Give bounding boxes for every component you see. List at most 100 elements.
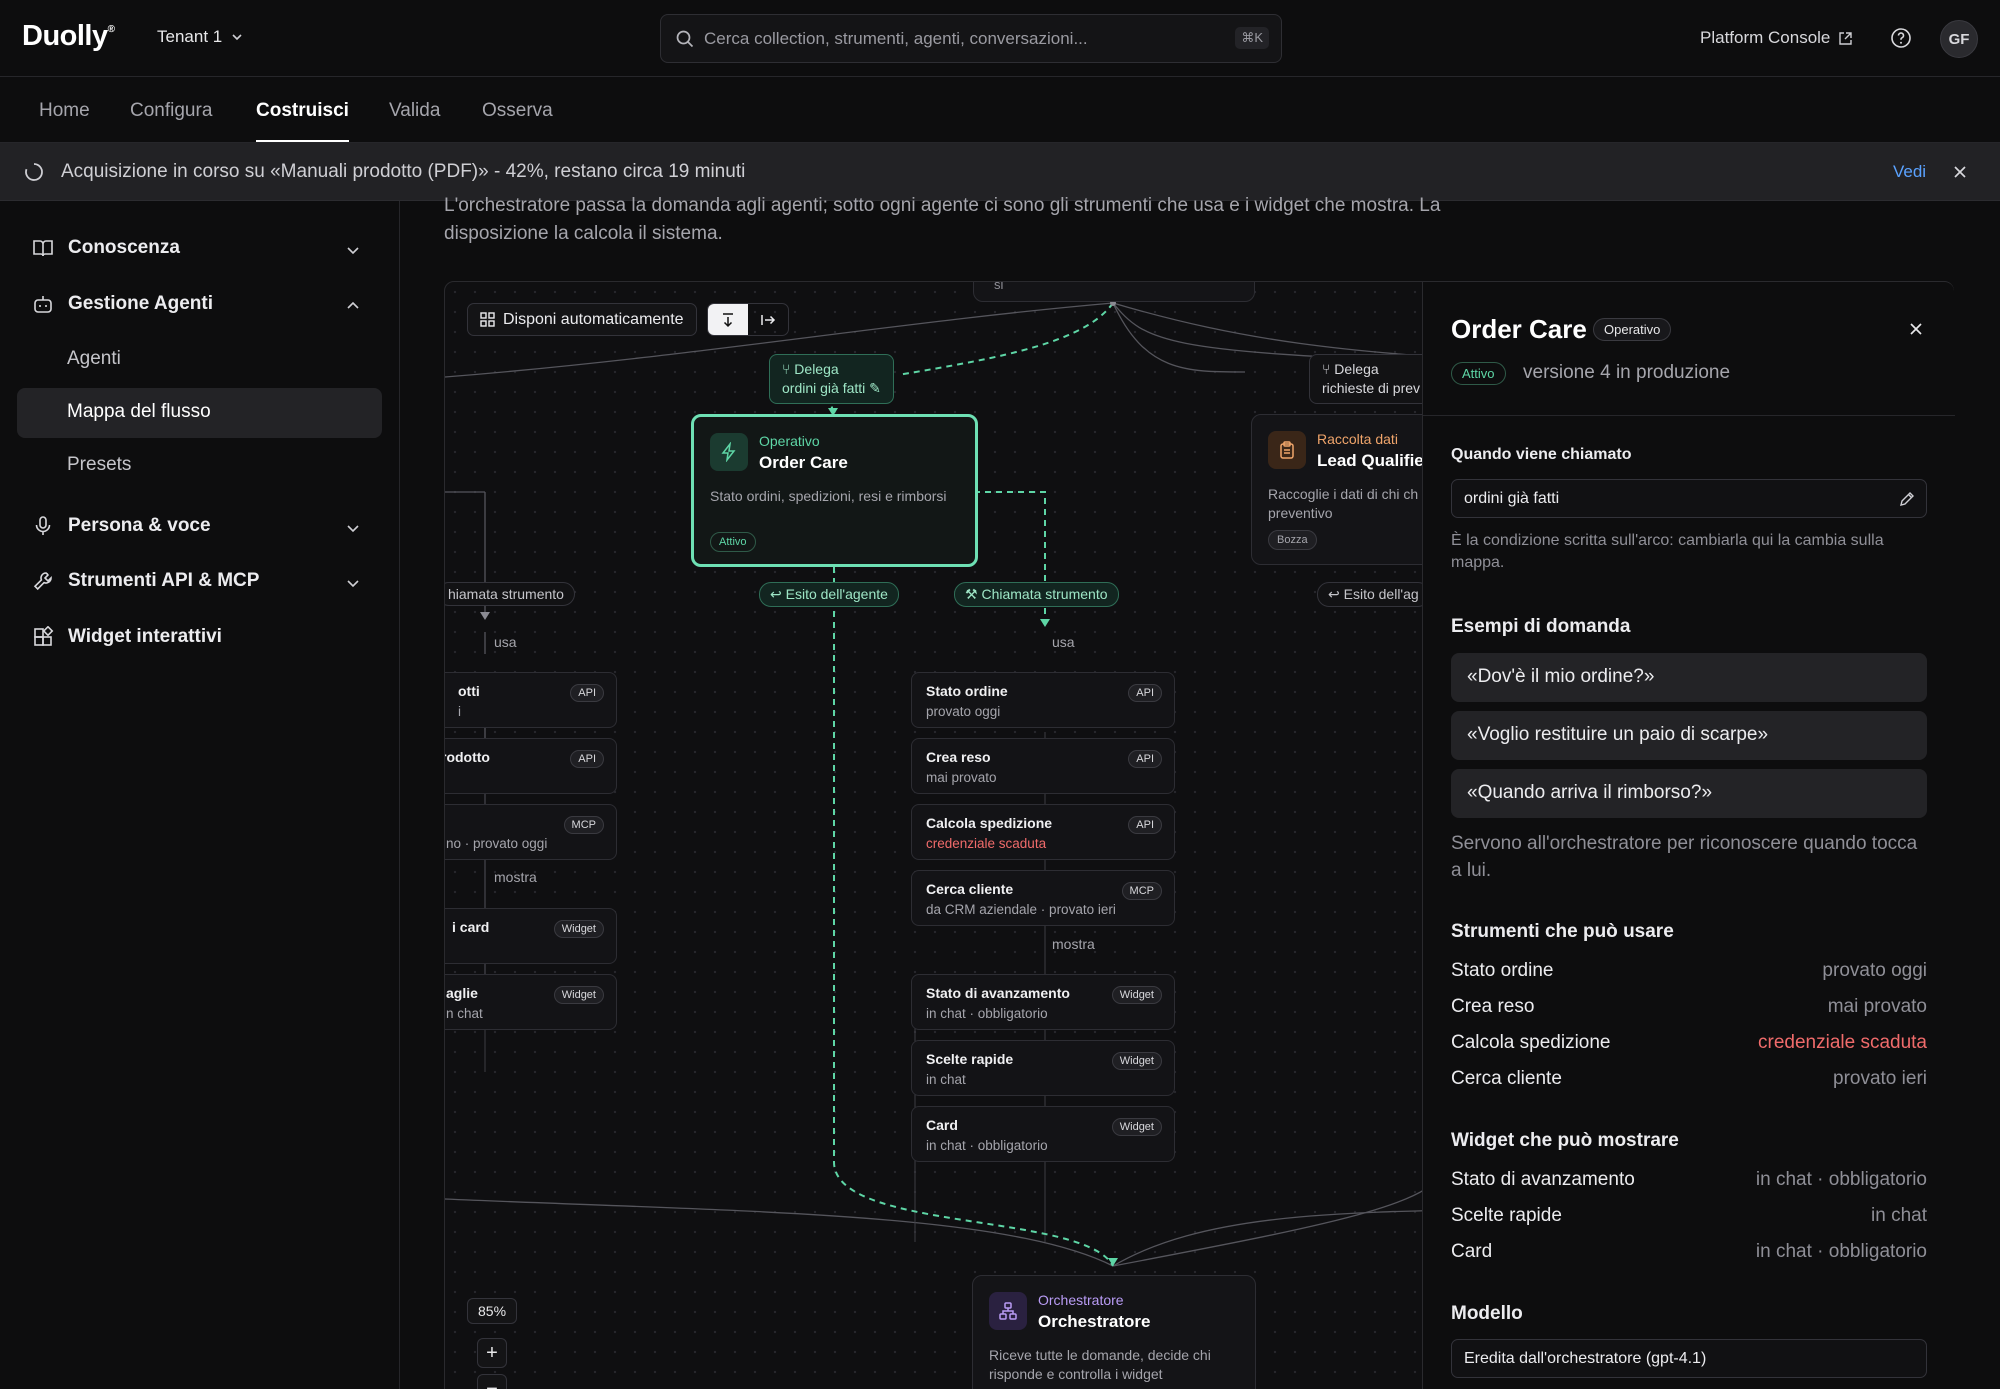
- divider: [1423, 415, 1955, 416]
- widget-name: aglie: [446, 985, 478, 1001]
- node-title: Order Care: [759, 453, 848, 472]
- tool-status: credenziale scaduta: [926, 836, 1047, 851]
- sidebar-section-conoscenza[interactable]: Conoscenza: [32, 237, 180, 259]
- wrench-icon: [33, 572, 52, 591]
- bot-icon: [34, 296, 52, 313]
- tool-type-badge: API: [1128, 684, 1162, 702]
- pencil-icon[interactable]: [1898, 490, 1916, 508]
- tool-node-calcola-spedizione[interactable]: Calcola spedizione credenziale scaduta A…: [911, 804, 1175, 860]
- auto-layout-label: Disponi automaticamente: [503, 310, 684, 328]
- main-nav: Home Configura Costruisci Valida Osserva: [0, 77, 2000, 143]
- node-stub[interactable]: si: [973, 282, 1255, 302]
- tool-node-left[interactable]: otti i API: [445, 672, 617, 728]
- example-question[interactable]: «Voglio restituire un paio di scarpe»: [1451, 711, 1927, 760]
- node-title: Orchestratore: [1038, 1312, 1151, 1331]
- help-icon[interactable]: [1890, 27, 1912, 49]
- edge-label-esito[interactable]: ↩ Esito dell'agente: [759, 582, 899, 607]
- sidebar-item-presets[interactable]: Presets: [67, 454, 131, 476]
- widget-node-card[interactable]: Card in chat · obbligatorio Widget: [911, 1106, 1175, 1162]
- tool-node-left[interactable]: no · provato oggi MCP: [445, 804, 617, 860]
- status-badge: Attivo: [710, 532, 756, 552]
- auto-layout-button[interactable]: Disponi automaticamente: [467, 303, 697, 336]
- search-input[interactable]: Cerca collection, strumenti, agenti, con…: [660, 14, 1282, 63]
- node-description: Raccoglie i dati di chi ch preventivo: [1268, 486, 1419, 521]
- chevron-up-icon[interactable]: [344, 297, 362, 315]
- sidebar-section-gestione-agenti[interactable]: Gestione Agenti: [32, 293, 213, 315]
- top-bar: Duolly® Tenant 1 Cerca collection, strum…: [0, 0, 2000, 77]
- node-description: Riceve tutte le domande, decide chi rispo…: [989, 1347, 1211, 1382]
- sidebar-item-agenti[interactable]: Agenti: [67, 348, 121, 370]
- widget-name: Card: [926, 1117, 958, 1133]
- widget-node-scelte-rapide[interactable]: Scelte rapide in chat Widget: [911, 1040, 1175, 1096]
- node-kind: Raccolta dati: [1317, 431, 1398, 447]
- tab-valida[interactable]: Valida: [389, 100, 440, 122]
- edge-label-chiamata[interactable]: ⚒ Chiamata strumento: [954, 582, 1119, 607]
- edge-label-delega-lead[interactable]: ⑂ Delega richieste di prev: [1309, 354, 1434, 404]
- node-description: Stato ordini, spedizioni, resi e rimbors…: [710, 488, 947, 504]
- tool-type-badge: MCP: [1121, 882, 1162, 900]
- book-icon: [33, 240, 53, 257]
- widgets-icon: [34, 626, 54, 646]
- sidebar-section-label: Conoscenza: [68, 237, 180, 258]
- zoom-out-button[interactable]: −: [477, 1374, 507, 1389]
- chevron-down-icon[interactable]: [344, 519, 362, 537]
- example-question[interactable]: «Quando arriva il rimborso?»: [1451, 769, 1927, 818]
- tool-node-stato-ordine[interactable]: Stato ordine provato oggi API: [911, 672, 1175, 728]
- edge-label-chiamata-left[interactable]: hiamata strumento: [445, 582, 575, 606]
- edge-usa-label: usa: [1052, 634, 1075, 650]
- tool-name: rodotto: [444, 749, 490, 765]
- node-kind: Orchestratore: [1038, 1292, 1124, 1308]
- when-called-value: ordini già fatti: [1464, 490, 1560, 507]
- close-icon[interactable]: [1951, 163, 1969, 181]
- node-title: Lead Qualifier: [1317, 451, 1431, 470]
- tab-home[interactable]: Home: [39, 100, 90, 122]
- widget-name: Stato di avanzamento: [926, 985, 1070, 1001]
- search-shortcut: ⌘K: [1235, 27, 1269, 49]
- logo[interactable]: Duolly®: [22, 20, 115, 53]
- node-orchestrator[interactable]: Orchestratore Orchestratore Riceve tutte…: [972, 1275, 1256, 1389]
- vertical-layout-button[interactable]: [707, 304, 748, 335]
- horizontal-layout-button[interactable]: [748, 304, 788, 335]
- widget-type-badge: Widget: [1111, 986, 1162, 1004]
- example-question[interactable]: «Dov'è il mio ordine?»: [1451, 653, 1927, 702]
- edge-label-delega-title: ⑂ Delega: [782, 361, 839, 377]
- tool-node-cerca-cliente[interactable]: Cerca cliente da CRM aziendale · provato…: [911, 870, 1175, 926]
- tool-type-badge: API: [1128, 750, 1162, 768]
- tab-configura[interactable]: Configura: [130, 100, 212, 122]
- tool-node-crea-reso[interactable]: Crea reso mai provato API: [911, 738, 1175, 794]
- widget-status: in chat · obbligatorio: [926, 1138, 1048, 1153]
- node-kind: Operativo: [759, 433, 820, 449]
- edge-label-esito-lead[interactable]: ↩ Esito dell'ag: [1317, 582, 1430, 607]
- agent-detail-panel: Order Care Operativo Attivo versione 4 i…: [1422, 281, 1955, 1389]
- platform-console-link[interactable]: Platform Console: [1700, 28, 1853, 48]
- when-called-field[interactable]: ordini già fatti: [1451, 479, 1927, 518]
- tab-osserva[interactable]: Osserva: [482, 100, 553, 122]
- model-select[interactable]: Eredita dall'orchestratore (gpt-4.1): [1451, 1339, 1927, 1378]
- tab-costruisci[interactable]: Costruisci: [256, 100, 349, 142]
- panel-title: Order Care: [1451, 314, 1587, 344]
- edge-label-delega-order-care[interactable]: ⑂ Delega ordini già fatti ✎: [769, 354, 894, 404]
- tool-node-left[interactable]: rodotto API: [444, 738, 617, 794]
- close-icon[interactable]: [1908, 321, 1924, 337]
- widget-status: n chat: [446, 1006, 483, 1021]
- node-order-care[interactable]: Operativo Order Care Stato ordini, spedi…: [691, 414, 978, 567]
- zoom-in-button[interactable]: +: [477, 1338, 507, 1368]
- tool-name: Cerca cliente: [926, 881, 1014, 897]
- tenant-switcher[interactable]: Tenant 1: [157, 27, 244, 47]
- tool-status: mai provato: [926, 770, 997, 785]
- banner-view-link[interactable]: Vedi: [1893, 162, 1926, 182]
- tools-label: Strumenti che può usare: [1451, 921, 1674, 942]
- avatar[interactable]: GF: [1940, 20, 1978, 58]
- sidebar-item-label: Mappa del flusso: [67, 401, 211, 422]
- widget-node-left[interactable]: aglie n chat Widget: [445, 974, 617, 1030]
- widget-node-left[interactable]: i card Widget: [445, 908, 617, 964]
- sidebar-section-persona-voce[interactable]: Persona & voce: [32, 515, 211, 537]
- sidebar-section-strumenti[interactable]: Strumenti API & MCP: [32, 570, 259, 592]
- tool-type-badge: API: [570, 684, 604, 702]
- chevron-down-icon[interactable]: [344, 241, 362, 259]
- sidebar-section-widget[interactable]: Widget interattivi: [32, 626, 222, 648]
- widget-node-stato-avanzamento[interactable]: Stato di avanzamento in chat · obbligato…: [911, 974, 1175, 1030]
- tool-type-badge: MCP: [563, 816, 604, 834]
- chevron-down-icon[interactable]: [344, 574, 362, 592]
- tool-status: i: [458, 704, 461, 719]
